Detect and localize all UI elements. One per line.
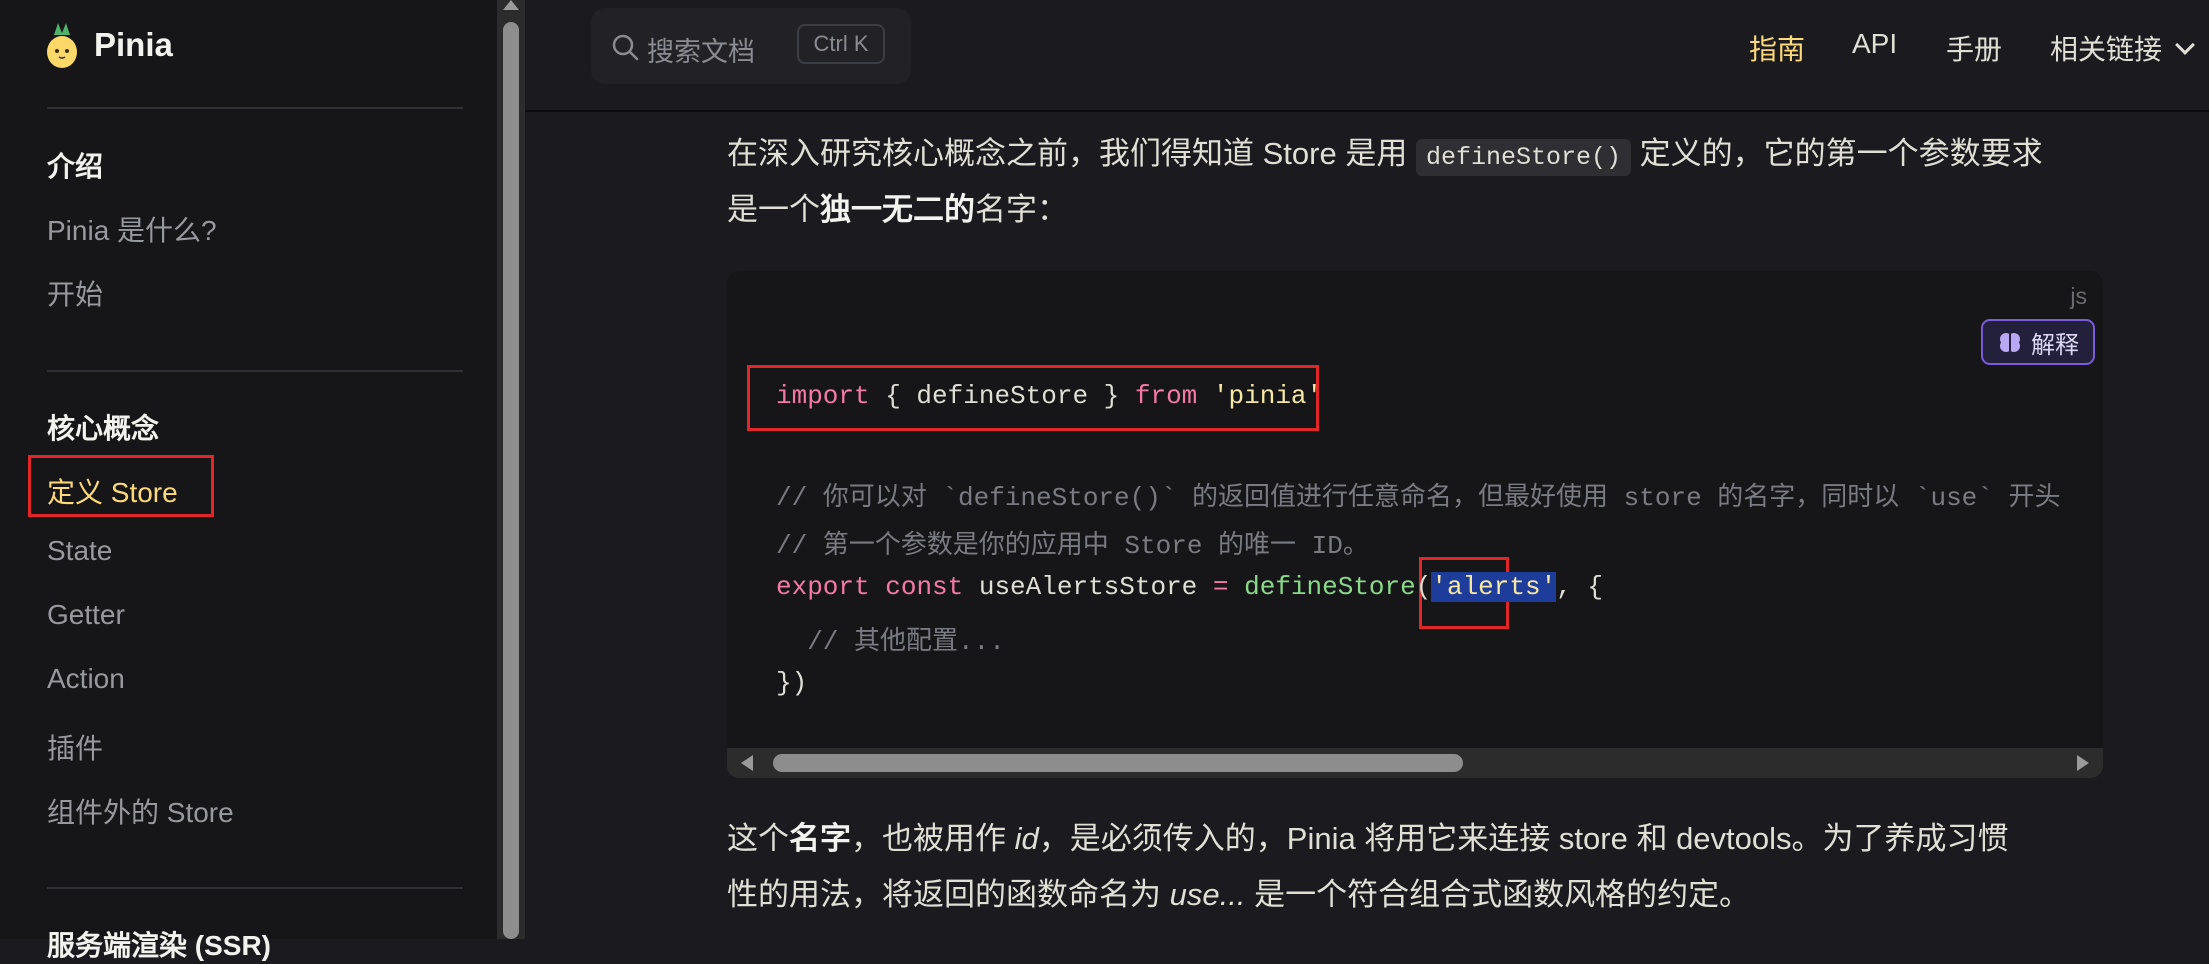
code-line-5: // 其他配置... <box>776 627 1005 657</box>
code-line-2: // 你可以对 `defineStore()` 的返回值进行任意命名，但最好使用… <box>776 483 2061 513</box>
nav-link-api[interactable]: API <box>1852 28 1897 60</box>
code-token: { defineStore } <box>869 381 1135 411</box>
sidebar-group-core-concepts: 核心概念 <box>47 413 160 444</box>
sidebar-divider <box>47 107 463 109</box>
intro-text: 名字： <box>975 192 1068 227</box>
sidebar-item-outside-component[interactable]: 组件外的 Store <box>47 791 234 831</box>
chevron-down-icon <box>2175 35 2195 55</box>
search-shortcut-badge: Ctrl K <box>797 24 885 64</box>
nav-link-cookbook[interactable]: 手册 <box>1946 28 2002 68</box>
intro-text: 是一个 <box>727 192 820 227</box>
intro-paragraph-line1: 在深入研究核心概念之前，我们得知道 Store 是用 defineStore()… <box>727 126 2043 186</box>
code-language-label: js <box>2070 283 2087 309</box>
code-line-4: export const useAlertsStore = defineStor… <box>776 572 1603 602</box>
sidebar: Pinia 介绍 Pinia 是什么? 开始 核心概念 定义 Store Sta… <box>0 0 497 961</box>
outro-paragraph-line1: 这个名字，也被用作 id，是必须传入的，Pinia 将用它来连接 store 和… <box>727 811 2009 867</box>
explain-label: 解释 <box>2031 331 2079 359</box>
code-token: defineStore <box>1244 572 1416 602</box>
sidebar-item-getter[interactable]: Getter <box>47 599 125 631</box>
code-token: , { <box>1556 572 1603 602</box>
scroll-left-icon[interactable] <box>741 755 753 771</box>
outro-paragraph-line2: 性的用法，将返回的函数命名为 use... 是一个符合组合式函数风格的约定。 <box>727 867 1750 923</box>
inline-code: defineStore() <box>1415 139 1631 176</box>
scroll-right-icon[interactable] <box>2077 755 2089 771</box>
scrollbar-thumb[interactable] <box>773 754 1463 772</box>
selected-code-token[interactable]: 'alerts' <box>1431 572 1557 602</box>
site-logo[interactable]: Pinia <box>44 20 173 70</box>
sidebar-divider <box>47 370 463 372</box>
code-block: js 解释 import { defineStore } from 'pinia… <box>727 271 2103 778</box>
nav-dropdown-label: 相关链接 <box>2050 34 2163 65</box>
sidebar-item-what-is-pinia[interactable]: Pinia 是什么? <box>47 209 217 249</box>
code-token: = <box>1212 572 1229 602</box>
outro-text: 这个 <box>727 821 789 856</box>
brain-icon <box>2000 333 2020 352</box>
sidebar-item-getting-started[interactable]: 开始 <box>47 273 103 313</box>
nav-dropdown-related-links[interactable]: 相关链接 <box>2050 28 2195 68</box>
sidebar-scrollbar[interactable] <box>497 0 525 939</box>
scroll-up-icon[interactable] <box>503 0 519 10</box>
site-title: Pinia <box>94 26 173 63</box>
search-placeholder: 搜索文档 <box>647 37 755 67</box>
code-token: 'pinia' <box>1212 381 1323 411</box>
outro-text: ，是必须传入的，Pinia 将用它来连接 store 和 devtools。为了… <box>1038 821 2009 856</box>
code-token: export <box>776 572 870 602</box>
sidebar-group-intro: 介绍 <box>47 151 104 182</box>
code-token: from <box>1134 381 1198 411</box>
outro-text: 性的用法，将返回的函数命名为 <box>727 877 1161 912</box>
code-token: ( <box>1415 572 1432 602</box>
nav-link-guide[interactable]: 指南 <box>1749 28 1805 68</box>
intro-text: 在深入研究核心概念之前，我们得知道 Store 是用 <box>727 136 1408 171</box>
sidebar-item-state[interactable]: State <box>47 535 112 567</box>
italic-text: id <box>1014 821 1039 856</box>
sidebar-item-define-store[interactable]: 定义 Store <box>47 471 178 511</box>
code-token: const <box>885 572 964 602</box>
sidebar-item-action[interactable]: Action <box>47 663 125 695</box>
code-line-1: import { defineStore } from 'pinia' <box>776 381 1322 411</box>
code-horizontal-scrollbar[interactable] <box>727 748 2103 778</box>
bold-text: 独一无二的 <box>820 192 975 227</box>
outro-text: 是一个符合组合式函数风格的约定。 <box>1254 877 1751 912</box>
outro-text: ，也被用作 <box>851 821 1006 856</box>
code-token: useAlertsStore <box>963 572 1213 602</box>
code-line-3: // 第一个参数是你的应用中 Store 的唯一 ID。 <box>776 531 1369 561</box>
scrollbar-thumb[interactable] <box>503 22 519 939</box>
bold-text: 名字 <box>789 821 851 856</box>
italic-text: use... <box>1169 877 1246 912</box>
explain-button[interactable]: 解释 <box>1981 319 2095 365</box>
intro-paragraph-line2: 是一个独一无二的名字： <box>727 182 1068 238</box>
code-token: import <box>776 381 870 411</box>
intro-text: 定义的，它的第一个参数要求 <box>1639 136 2043 171</box>
search-icon <box>612 34 639 61</box>
sidebar-group-ssr: 服务端渲染 (SSR) <box>47 930 272 961</box>
pinia-logo-icon <box>47 23 77 68</box>
sidebar-divider <box>47 887 463 889</box>
search-button[interactable]: 搜索文档 Ctrl K <box>591 8 911 84</box>
top-navbar: 搜索文档 Ctrl K 指南 API 手册 相关链接 <box>525 0 2209 112</box>
code-line-6: }) <box>776 668 808 698</box>
sidebar-item-plugins[interactable]: 插件 <box>47 727 103 767</box>
